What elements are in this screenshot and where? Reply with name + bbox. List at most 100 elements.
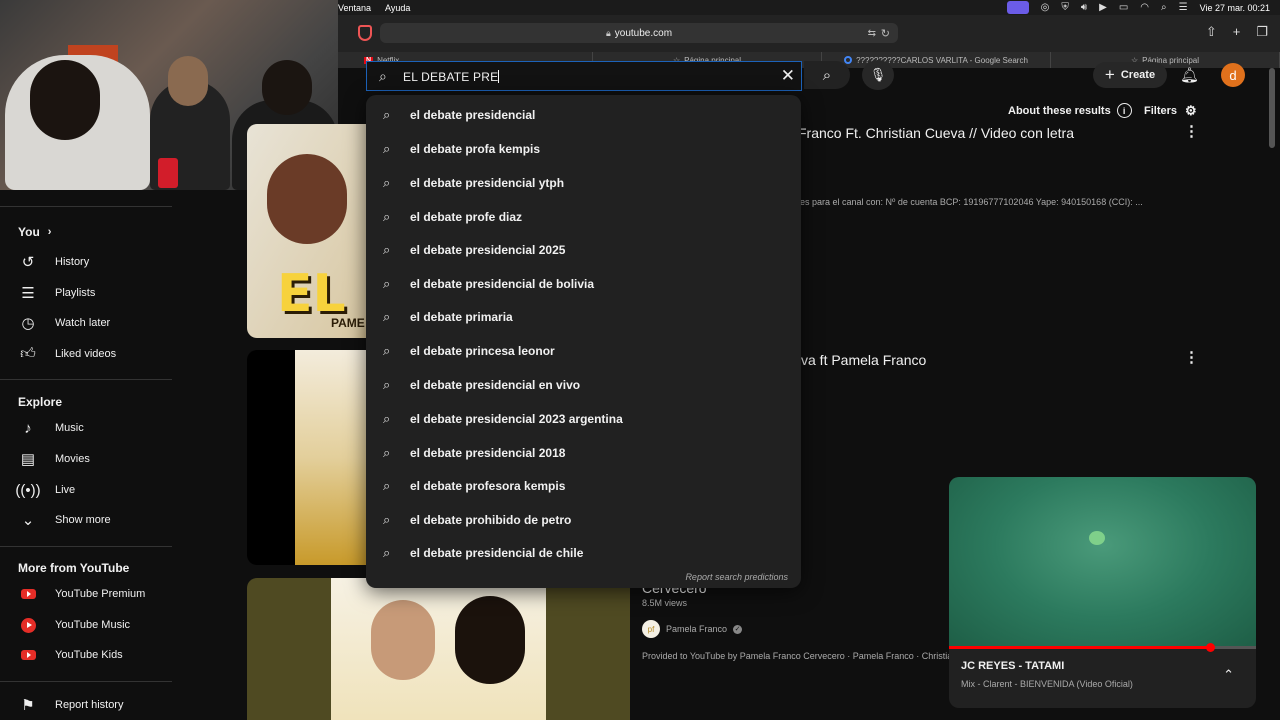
notifications-bell-icon[interactable]: 🔔︎ bbox=[1180, 66, 1199, 84]
search-icon: ⌕ bbox=[383, 209, 391, 224]
suggestion-item[interactable]: ⌕ el debate presidencial 2025 bbox=[366, 235, 801, 265]
brave-shield-icon[interactable] bbox=[358, 25, 372, 41]
suggestion-item[interactable]: ⌕ el debate presidencial en vivo bbox=[366, 370, 801, 400]
sliders-icon: ⚙︎ bbox=[1185, 103, 1197, 118]
sidebar-item-music[interactable]: ♪ Music bbox=[18, 418, 83, 438]
search-icon: ⌕ bbox=[383, 343, 391, 358]
miniplayer-progress-bar[interactable] bbox=[949, 643, 1256, 652]
play-status-icon[interactable]: ▶︎ bbox=[1099, 2, 1107, 13]
divider bbox=[0, 206, 172, 207]
tab-google-search[interactable]: ??????????CARLOS VARLITA - Google Search bbox=[822, 52, 1051, 68]
suggestion-item[interactable]: ⌕ el debate presidencial bbox=[366, 100, 801, 130]
expand-miniplayer-icon[interactable]: ⌃ bbox=[1223, 667, 1234, 683]
suggestion-item[interactable]: ⌕ el debate presidencial de bolivia bbox=[366, 269, 801, 299]
sidebar-item-history[interactable]: ↺ History bbox=[18, 252, 90, 272]
youtube-kids-icon bbox=[18, 646, 38, 664]
result-description-1: es para el canal con: Nº de cuenta BCP: … bbox=[800, 197, 1143, 207]
volume-icon[interactable]: 🔊︎ bbox=[1081, 2, 1087, 13]
lock-icon: 🔒︎ bbox=[605, 27, 611, 38]
sidebar-item-watch-later[interactable]: ◷ Watch later bbox=[18, 313, 110, 333]
tab-overview-icon[interactable]: ❐ bbox=[1256, 24, 1268, 40]
more-actions-icon[interactable]: ⋮ bbox=[1184, 122, 1199, 140]
suggestion-text: el debate prohibido de petro bbox=[410, 513, 572, 527]
suggestion-text: el debate presidencial ytph bbox=[410, 176, 565, 190]
suggestion-text: el debate princesa leonor bbox=[410, 344, 555, 358]
create-button[interactable]: + Create bbox=[1093, 62, 1167, 88]
menu-ventana[interactable]: Ventana bbox=[338, 3, 371, 13]
spotlight-icon[interactable]: ⌕ bbox=[1161, 2, 1167, 13]
mic-icon: 🎙︎ bbox=[869, 67, 887, 82]
page-scrollbar[interactable] bbox=[1269, 68, 1275, 148]
sidebar-item-playlists[interactable]: ☰ Playlists bbox=[18, 283, 95, 303]
sidebar-item-liked-videos[interactable]: 👍︎ Liked videos bbox=[18, 344, 116, 364]
channel-link[interactable]: pf Pamela Franco ✓ bbox=[642, 620, 743, 638]
suggestion-item[interactable]: ⌕ el debate presidencial de chile bbox=[366, 538, 801, 568]
suggestion-item[interactable]: ⌕ el debate presidencial 2018 bbox=[366, 438, 801, 468]
sidebar: You › ↺ History ☰ Playlists ◷ Watch late… bbox=[0, 190, 172, 720]
report-search-predictions-link[interactable]: Report search predictions bbox=[685, 572, 788, 582]
search-button[interactable]: ⌕ bbox=[804, 61, 850, 89]
sidebar-item-youtube-premium[interactable]: YouTube Premium bbox=[18, 584, 145, 604]
clear-search-icon[interactable]: ✕ bbox=[781, 66, 795, 86]
miniplayer-video[interactable] bbox=[949, 477, 1256, 648]
about-label: About these results bbox=[1008, 104, 1111, 117]
menu-ayuda[interactable]: Ayuda bbox=[385, 3, 410, 13]
mac-menubar: Ventana Ayuda ◎ ⛨ 🔊︎ ▶︎ ▭ ◠ ⌕ ☰ Vie 27 m… bbox=[338, 0, 1280, 15]
suggestion-item[interactable]: ⌕ el debate princesa leonor bbox=[366, 336, 801, 366]
sidebar-item-show-more[interactable]: ⌄ Show more bbox=[18, 510, 111, 530]
sidebar-item-report-history[interactable]: ⚑ Report history bbox=[18, 695, 123, 715]
sidebar-item-label: Live bbox=[55, 484, 76, 496]
divider bbox=[0, 681, 172, 682]
toolbar-actions: ⇧ + ❐ bbox=[1206, 24, 1268, 40]
plus-icon: + bbox=[1104, 65, 1115, 84]
translate-icon[interactable]: ⇆ bbox=[868, 28, 876, 39]
sidebar-explore-header: Explore bbox=[18, 395, 63, 409]
result-title-2[interactable]: va ft Pamela Franco bbox=[801, 352, 926, 368]
browser-toolbar: 🔒︎ youtube.com ⇆ ↻ ⇧ + ❐ bbox=[338, 15, 1280, 52]
about-these-results[interactable]: About these results i bbox=[1008, 103, 1132, 118]
wifi-icon[interactable]: ◠ bbox=[1140, 2, 1149, 13]
search-input[interactable]: ⌕ EL DEBATE PRE ✕ bbox=[366, 61, 802, 91]
history-icon: ↺ bbox=[21, 254, 35, 271]
focus-mode-icon[interactable] bbox=[1006, 1, 1029, 14]
sidebar-item-movies[interactable]: ▤ Movies bbox=[18, 449, 90, 469]
more-actions-icon[interactable]: ⋮ bbox=[1184, 348, 1199, 366]
airplay-icon[interactable]: ◎ bbox=[1041, 2, 1050, 13]
account-avatar[interactable]: d bbox=[1221, 63, 1245, 87]
miniplayer[interactable]: JC REYES - TATAMI Mix - Clarent - BIENVE… bbox=[949, 477, 1256, 708]
miniplayer-title[interactable]: JC REYES - TATAMI bbox=[961, 660, 1064, 672]
battery-icon[interactable]: ▭ bbox=[1119, 2, 1128, 13]
control-center-icon[interactable]: ☰ bbox=[1179, 2, 1188, 13]
suggestion-item[interactable]: ⌕ el debate profa kempis bbox=[366, 134, 801, 164]
miniplayer-scrubber[interactable] bbox=[1205, 643, 1215, 652]
menubar-clock[interactable]: Vie 27 mar. 00:21 bbox=[1200, 3, 1270, 13]
reload-icon[interactable]: ↻ bbox=[881, 27, 890, 40]
suggestion-item[interactable]: ⌕ el debate prohibido de petro bbox=[366, 505, 801, 535]
suggestion-item[interactable]: ⌕ el debate primaria bbox=[366, 302, 801, 332]
suggestion-item[interactable]: ⌕ el debate presidencial ytph bbox=[366, 168, 801, 198]
sidebar-you-header[interactable]: You › bbox=[18, 225, 51, 239]
result-title-1[interactable]: Franco Ft. Christian Cueva // Video con … bbox=[798, 125, 1074, 141]
address-bar[interactable]: 🔒︎ youtube.com ⇆ ↻ bbox=[380, 23, 898, 43]
share-icon[interactable]: ⇧ bbox=[1206, 24, 1217, 40]
suggestion-item[interactable]: ⌕ el debate profesora kempis bbox=[366, 471, 801, 501]
sidebar-item-live[interactable]: ((•)) Live bbox=[15, 480, 76, 500]
thumbnail-face bbox=[371, 600, 435, 680]
sidebar-item-youtube-music[interactable]: YouTube Music bbox=[18, 615, 130, 635]
suggestion-item[interactable]: ⌕ el debate profe diaz bbox=[366, 202, 801, 232]
result-thumbnail-3[interactable] bbox=[247, 578, 630, 720]
channel-name: Pamela Franco bbox=[666, 624, 728, 634]
tab-pagina-principal-2[interactable]: ☆ Página principal bbox=[1051, 52, 1280, 68]
new-tab-icon[interactable]: + bbox=[1233, 24, 1241, 40]
shield-status-icon[interactable]: ⛨ bbox=[1061, 2, 1069, 13]
voice-search-button[interactable]: 🎙︎ bbox=[862, 60, 894, 90]
suggestion-item[interactable]: ⌕ el debate presidencial 2023 argentina bbox=[366, 404, 801, 434]
search-suggestions-dropdown: ⌕ el debate presidencial ⌕ el debate profa… bbox=[366, 95, 801, 588]
channel-avatar: pf bbox=[642, 620, 660, 638]
person-middle-head bbox=[168, 56, 208, 106]
filters-button[interactable]: Filters ⚙︎ bbox=[1144, 103, 1197, 119]
result-description-3: Provided to YouTube by Pamela Franco Cer… bbox=[642, 651, 950, 661]
divider bbox=[0, 546, 172, 547]
suggestion-text: el debate profe diaz bbox=[410, 210, 523, 224]
sidebar-item-youtube-kids[interactable]: YouTube Kids bbox=[18, 645, 123, 665]
